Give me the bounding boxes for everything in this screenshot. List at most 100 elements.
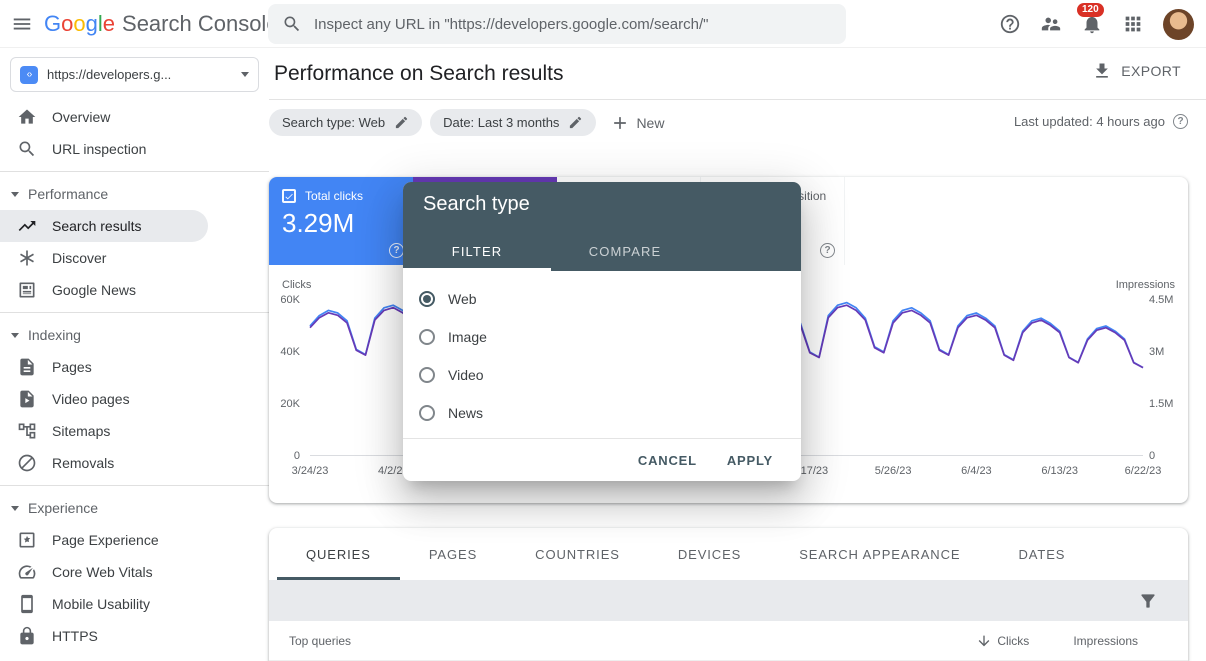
property-selector[interactable]: ‹› https://developers.g... [10,57,259,92]
sidebar-nav: Overview URL inspection Performance Sear… [0,101,269,652]
page-experience-icon [17,530,37,550]
radio-unselected-icon [419,329,435,345]
checkbox-checked-icon[interactable] [282,189,296,203]
table-header-clicks[interactable]: Clicks [976,633,1029,649]
tab-countries[interactable]: COUNTRIES [506,528,649,580]
url-inspect-input[interactable] [314,16,832,33]
apply-button[interactable]: APPLY [727,453,773,468]
x-axis-label: 3/24/23 [278,465,342,477]
sidebar-item-pages[interactable]: Pages [0,351,269,383]
help-button[interactable] [999,13,1021,35]
y-left-tick: 60K [269,294,300,306]
table-header-row: Top queries Clicks Impressions [269,621,1188,661]
check-icon [284,191,294,202]
dialog-tabs: FILTER COMPARE [403,234,699,271]
sidebar-item-discover[interactable]: Discover [0,242,269,274]
product-name: Search Console [122,11,279,37]
page-header: Performance on Search results EXPORT [269,48,1206,100]
section-indexing[interactable]: Indexing [0,319,269,351]
sidebar-item-search-results[interactable]: Search results [0,210,208,242]
y-left-tick: 20K [269,398,300,410]
divider [0,171,269,172]
sidebar-item-overview[interactable]: Overview [0,101,269,133]
dialog-options: Web Image Video News [403,271,801,432]
home-icon [17,107,37,127]
y-left-tick: 40K [269,346,300,358]
table-toolbar [269,580,1188,621]
sidebar-item-page-experience[interactable]: Page Experience [0,524,269,556]
hamburger-menu-button[interactable] [0,0,44,48]
sidebar-item-core-web-vitals[interactable]: Core Web Vitals [0,556,269,588]
sidebar-item-https[interactable]: HTTPS [0,620,269,652]
tab-queries[interactable]: QUERIES [277,528,400,580]
dialog-tab-compare[interactable]: COMPARE [551,234,699,271]
divider [0,485,269,486]
tab-pages[interactable]: PAGES [400,528,506,580]
dialog-tab-filter[interactable]: FILTER [403,234,551,271]
url-inspect-searchbar[interactable] [268,4,846,44]
sidebar-item-mobile-usability[interactable]: Mobile Usability [0,588,269,620]
apps-grid-icon [1122,13,1144,35]
notifications-button[interactable]: 120 [1081,13,1103,35]
google-apps-button[interactable] [1122,13,1144,35]
y-right-tick: 1.5M [1149,398,1189,410]
top-app-bar: Google Search Console 120 [0,0,1206,48]
last-updated: Last updated: 4 hours ago ? [1014,114,1188,129]
x-axis-label: 6/13/23 [1028,465,1092,477]
newspaper-icon [17,280,37,300]
radio-option-video[interactable]: Video [403,356,801,394]
asterisk-icon [17,248,37,268]
radio-option-image[interactable]: Image [403,318,801,356]
metric-card-total-clicks[interactable]: Total clicks 3.29M ? [269,177,413,265]
radio-option-news[interactable]: News [403,394,801,432]
search-icon [282,14,302,34]
topbar-actions: 120 [999,0,1194,48]
chevron-down-icon [241,72,249,77]
sidebar-item-url-inspection[interactable]: URL inspection [0,133,269,165]
user-settings-icon [1040,13,1062,35]
tab-dates[interactable]: DATES [989,528,1094,580]
hamburger-icon [11,13,33,35]
help-circle-icon[interactable]: ? [820,243,835,258]
y-right-tick: 0 [1149,450,1189,462]
export-button[interactable]: EXPORT [1092,61,1181,81]
help-circle-icon[interactable]: ? [1173,114,1188,129]
sort-descending-arrow-icon [976,633,992,649]
sidebar-item-google-news[interactable]: Google News [0,274,269,306]
app-logo: Google Search Console [44,11,279,37]
sidebar-item-sitemaps[interactable]: Sitemaps [0,415,269,447]
lock-icon [17,626,37,646]
tab-devices[interactable]: DEVICES [649,528,770,580]
y-left-tick: 0 [269,450,300,462]
help-circle-icon[interactable]: ? [389,243,404,258]
section-performance[interactable]: Performance [0,178,269,210]
date-range-chip[interactable]: Date: Last 3 months [430,109,596,136]
user-settings-button[interactable] [1040,13,1062,35]
dimensions-table-card: QUERIES PAGES COUNTRIES DEVICES SEARCH A… [269,528,1188,661]
dimension-tabs: QUERIES PAGES COUNTRIES DEVICES SEARCH A… [269,528,1188,580]
table-header-impressions[interactable]: Impressions [1073,634,1138,648]
edit-pencil-icon [568,115,583,130]
property-icon: ‹› [20,66,38,84]
search-type-chip[interactable]: Search type: Web [269,109,422,136]
y-right-tick: 4.5M [1149,294,1189,306]
filter-funnel-icon[interactable] [1138,591,1158,611]
account-avatar[interactable] [1163,9,1194,40]
cancel-button[interactable]: CANCEL [638,453,697,468]
y-right-tick: 3M [1149,346,1189,358]
edit-pencil-icon [394,115,409,130]
radio-unselected-icon [419,405,435,421]
radio-unselected-icon [419,367,435,383]
metric-value: 3.29M [282,208,403,239]
sidebar-item-video-pages[interactable]: Video pages [0,383,269,415]
right-axis-title: Impressions [1116,279,1175,291]
divider [0,312,269,313]
x-axis-label: 6/22/23 [1111,465,1175,477]
section-experience[interactable]: Experience [0,492,269,524]
collapse-triangle-icon [11,333,19,338]
filter-controls: Search type: Web Date: Last 3 months New… [269,100,1206,177]
sidebar-item-removals[interactable]: Removals [0,447,269,479]
new-filter-button[interactable]: New [604,109,670,136]
tab-search-appearance[interactable]: SEARCH APPEARANCE [770,528,989,580]
radio-option-web[interactable]: Web [403,280,801,318]
